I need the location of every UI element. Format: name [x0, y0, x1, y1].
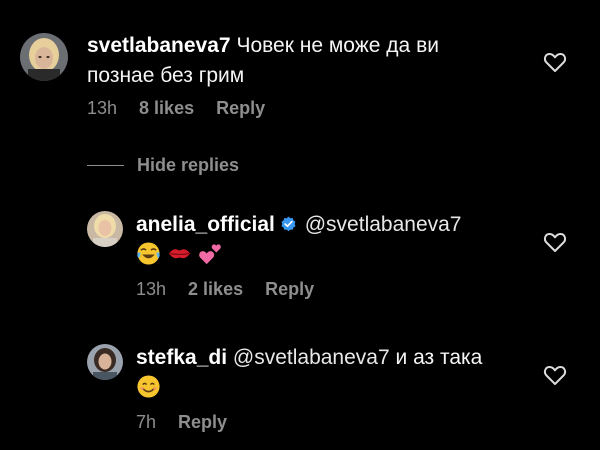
face-with-tears-of-joy-icon — [136, 241, 161, 266]
reply-button[interactable]: Reply — [265, 279, 314, 299]
comment-body: svetlabaneva7 Човек не може да ви познае… — [87, 31, 527, 91]
reply-time: 7h — [136, 412, 157, 432]
comment-username[interactable]: svetlabaneva7 — [87, 34, 231, 57]
reply-body: stefka_di @svetlabaneva7 и аз така — [136, 343, 536, 403]
comment-likes[interactable]: 8 likes — [139, 98, 194, 118]
divider-line — [87, 164, 124, 166]
comment-text: Човек не може да ви — [236, 34, 439, 57]
two-hearts-icon — [198, 241, 223, 266]
avatar[interactable] — [87, 344, 123, 380]
comment-text-line2: познае без грим — [87, 64, 245, 87]
smiling-face-with-smiling-eyes-icon — [136, 374, 161, 399]
reply-meta: 13h 2 likes Reply — [136, 278, 314, 300]
reply-username[interactable]: anelia_official — [136, 213, 275, 236]
avatar[interactable] — [87, 211, 123, 247]
mention-link[interactable]: @svetlabaneva7 — [233, 346, 390, 369]
reply-time: 13h — [136, 279, 167, 299]
mention-link[interactable]: @svetlabaneva7 — [305, 213, 462, 236]
comment-meta: 13h 8 likes Reply — [87, 97, 265, 119]
reply-username[interactable]: stefka_di — [136, 346, 227, 369]
comment-time: 13h — [87, 98, 118, 118]
reply-button[interactable]: Reply — [216, 98, 265, 118]
like-heart-icon[interactable] — [543, 51, 567, 73]
like-heart-icon[interactable] — [543, 364, 567, 386]
hide-replies-button[interactable]: Hide replies — [87, 152, 239, 178]
reply-body: anelia_official @svetlabaneva7 — [136, 210, 536, 270]
reply-text: и аз така — [395, 346, 483, 369]
reply-meta: 7h Reply — [136, 411, 227, 433]
kiss-mark-icon — [167, 241, 192, 266]
avatar[interactable] — [20, 33, 68, 81]
reply-likes[interactable]: 2 likes — [188, 279, 243, 299]
like-heart-icon[interactable] — [543, 231, 567, 253]
verified-badge-icon — [280, 216, 297, 233]
reply-button[interactable]: Reply — [178, 412, 227, 432]
hide-replies-label: Hide replies — [137, 154, 240, 175]
